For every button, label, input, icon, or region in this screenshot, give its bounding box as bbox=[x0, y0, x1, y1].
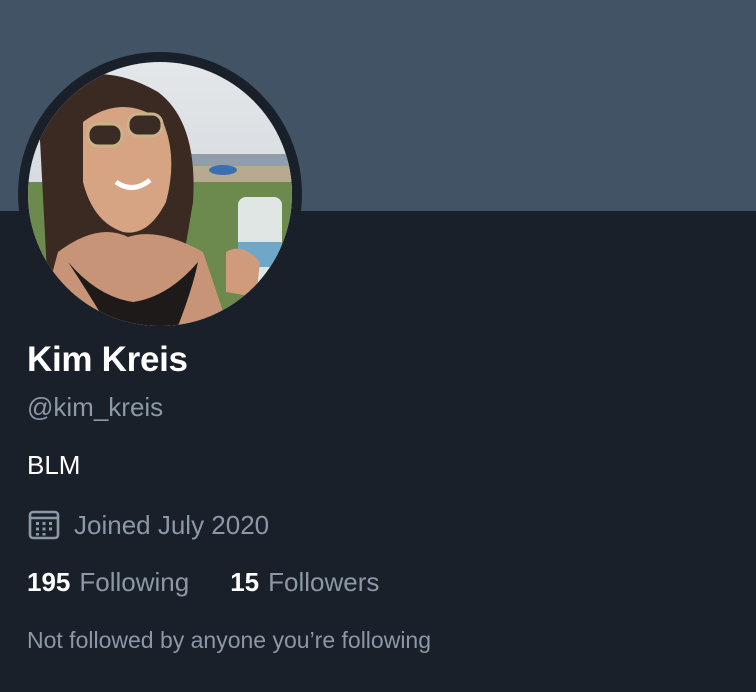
join-date: Joined July 2020 bbox=[27, 508, 269, 542]
followers-count: 15 bbox=[230, 567, 260, 597]
follow-stats: 195 Following 15 Followers bbox=[27, 567, 379, 598]
user-handle: @kim_kreis bbox=[27, 392, 164, 422]
calendar-icon bbox=[27, 508, 61, 542]
following-link[interactable]: 195 Following bbox=[27, 567, 189, 598]
profile-bio: BLM bbox=[27, 450, 81, 480]
join-date-text: Joined July 2020 bbox=[74, 509, 270, 540]
profile-photo bbox=[28, 62, 292, 326]
followers-label: Followers bbox=[268, 567, 380, 597]
following-count: 195 bbox=[27, 567, 71, 597]
followers-link[interactable]: 15 Followers bbox=[230, 567, 379, 598]
avatar[interactable] bbox=[28, 62, 292, 326]
following-label: Following bbox=[79, 567, 190, 597]
display-name: Kim Kreis bbox=[27, 340, 188, 379]
followed-by-notice: Not followed by anyone you’re following bbox=[27, 627, 432, 653]
